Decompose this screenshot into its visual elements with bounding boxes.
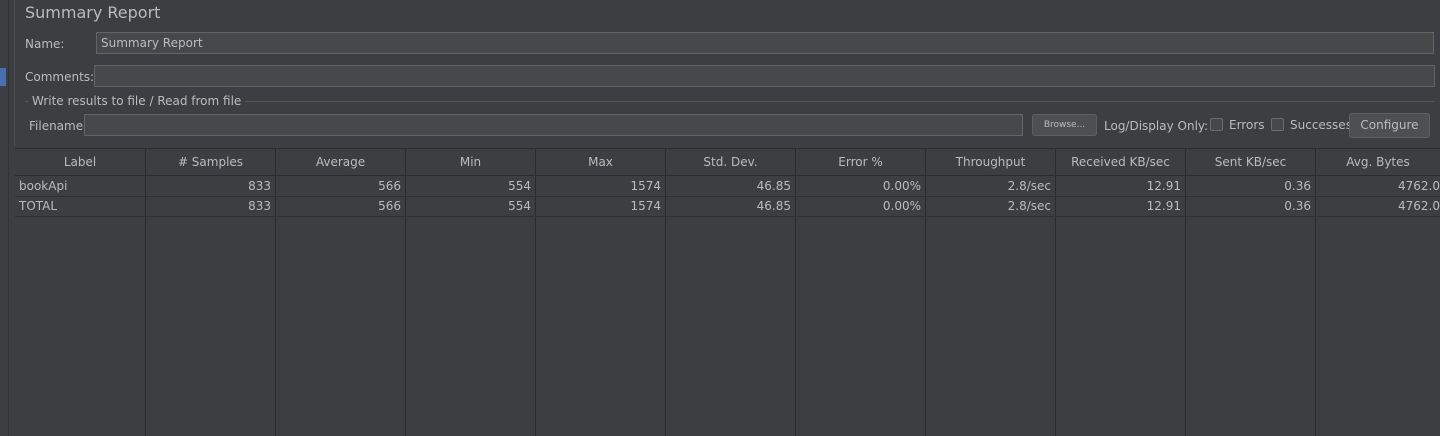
cell-min: 554 xyxy=(508,199,531,213)
successes-label: Successes xyxy=(1290,118,1352,132)
errors-label: Errors xyxy=(1229,118,1265,132)
filename-field[interactable] xyxy=(84,114,1023,136)
cell-label: TOTAL xyxy=(19,199,58,213)
cell-throughput: 2.8/sec xyxy=(1007,179,1051,193)
cell-throughput: 2.8/sec xyxy=(1007,199,1051,213)
panel-divider xyxy=(14,0,15,146)
name-field[interactable]: Summary Report xyxy=(96,32,1434,54)
comments-label: Comments: xyxy=(25,70,95,84)
cell-sent: 0.36 xyxy=(1284,199,1311,213)
comments-field[interactable] xyxy=(94,65,1435,87)
successes-checkbox[interactable] xyxy=(1271,118,1284,131)
cell-min: 554 xyxy=(508,179,531,193)
column-header-max[interactable]: Max xyxy=(536,149,666,175)
browse-button[interactable]: Browse... xyxy=(1032,114,1097,136)
cell-received: 12.91 xyxy=(1146,199,1181,213)
cell-label: bookApi xyxy=(19,179,68,193)
column-header-samples[interactable]: # Samples xyxy=(146,149,276,175)
cell-samples: 833 xyxy=(248,199,271,213)
cell-max: 1574 xyxy=(630,179,661,193)
cell-sent: 0.36 xyxy=(1284,179,1311,193)
name-label: Name: xyxy=(25,37,65,51)
cell-std-dev: 46.85 xyxy=(756,179,791,193)
cell-average: 566 xyxy=(378,199,401,213)
cell-error: 0.00% xyxy=(882,199,921,213)
table-row[interactable]: TOTAL 833 566 554 1574 46.85 0.00% 2.8/s… xyxy=(15,196,1440,217)
panel-title: Summary Report xyxy=(25,3,161,22)
summary-report-panel: Summary Report Name: Summary Report Comm… xyxy=(0,0,1440,436)
configure-button[interactable]: Configure xyxy=(1349,113,1430,138)
column-header-sent[interactable]: Sent KB/sec xyxy=(1186,149,1316,175)
left-tree-edge xyxy=(0,0,9,436)
column-header-received[interactable]: Received KB/sec xyxy=(1056,149,1186,175)
cell-avg-bytes: 4762.0 xyxy=(1398,179,1440,193)
column-header-error[interactable]: Error % xyxy=(796,149,926,175)
column-header-min[interactable]: Min xyxy=(406,149,536,175)
cell-avg-bytes: 4762.0 xyxy=(1398,199,1440,213)
column-header-std-dev[interactable]: Std. Dev. xyxy=(666,149,796,175)
errors-checkbox[interactable] xyxy=(1210,118,1223,131)
column-header-throughput[interactable]: Throughput xyxy=(926,149,1056,175)
cell-max: 1574 xyxy=(630,199,661,213)
table-header: Label # Samples Average Min Max Std. Dev… xyxy=(15,149,1440,176)
cell-received: 12.91 xyxy=(1146,179,1181,193)
file-section-title: Write results to file / Read from file xyxy=(28,94,246,108)
cell-samples: 833 xyxy=(248,179,271,193)
cell-std-dev: 46.85 xyxy=(756,199,791,213)
column-header-label[interactable]: Label xyxy=(15,149,146,175)
cell-average: 566 xyxy=(378,179,401,193)
log-display-label: Log/Display Only: xyxy=(1104,119,1209,133)
filename-label: Filename xyxy=(29,119,84,133)
selection-marker xyxy=(0,68,6,86)
cell-error: 0.00% xyxy=(882,179,921,193)
column-header-average[interactable]: Average xyxy=(276,149,406,175)
table-row[interactable]: bookApi 833 566 554 1574 46.85 0.00% 2.8… xyxy=(15,176,1440,197)
column-header-avg-bytes[interactable]: Avg. Bytes xyxy=(1316,149,1440,175)
summary-table: Label # Samples Average Min Max Std. Dev… xyxy=(15,148,1440,436)
